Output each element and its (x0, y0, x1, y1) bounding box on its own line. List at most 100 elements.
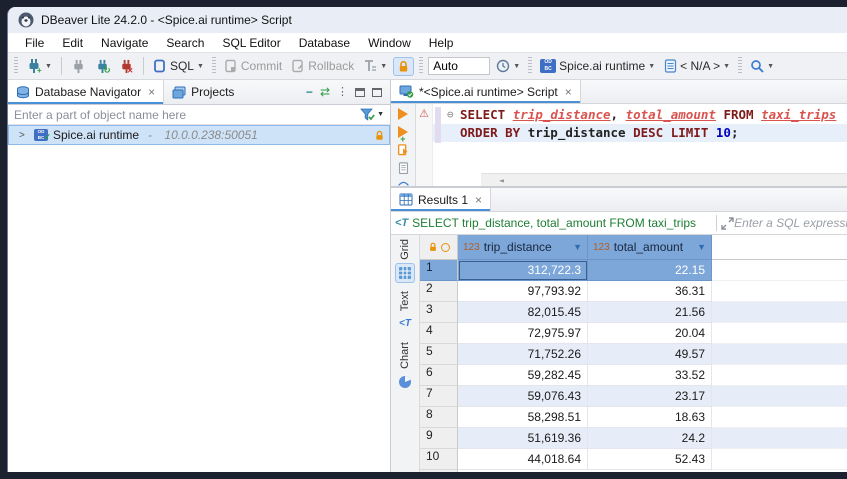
connection-lock-toggle[interactable] (393, 57, 414, 76)
reconnect-button[interactable]: ↻ (92, 57, 113, 76)
row-number-cell[interactable]: 6 (420, 365, 458, 386)
chevron-down-icon[interactable]: ▼ (197, 63, 204, 70)
collapse-all-icon[interactable]: − (306, 86, 313, 98)
row-number-cell[interactable]: 10 (420, 449, 458, 470)
trip-distance-cell[interactable]: 312,722.3 (458, 260, 588, 281)
table-row[interactable]: 1044,018.6452.43 (420, 449, 847, 470)
trip-distance-cell[interactable]: 51,619.36 (458, 428, 588, 449)
row-number-cell[interactable]: 8 (420, 407, 458, 428)
transaction-history-button[interactable]: ▼ (493, 57, 523, 75)
chevron-down-icon[interactable]: ▼ (377, 111, 384, 118)
tab-text-view[interactable]: Text <T (395, 291, 415, 334)
search-button[interactable]: ▼ (747, 57, 777, 75)
sql-line-2[interactable]: ORDER BY trip_distance DESC LIMIT 10; (433, 124, 847, 142)
tab-chart-view[interactable]: Chart (395, 342, 415, 392)
table-row[interactable]: 759,076.4323.17 (420, 386, 847, 407)
total-amount-cell[interactable]: 20.04 (588, 323, 712, 344)
total-amount-cell[interactable]: 18.63 (588, 407, 712, 428)
trip-distance-cell[interactable]: 58,298.51 (458, 407, 588, 428)
commit-mode-combo[interactable] (428, 57, 490, 75)
sql-editor-button[interactable]: SQL ▼ (150, 57, 207, 75)
editor-horizontal-scrollbar[interactable]: ◄ (481, 173, 847, 186)
new-connection-button[interactable]: + ▼ (23, 56, 55, 76)
trip-distance-cell[interactable]: 97,793.92 (458, 281, 588, 302)
active-connection-selector[interactable]: ODBC Spice.ai runtime ▼ (537, 57, 658, 75)
menu-item[interactable]: File (16, 36, 53, 50)
chevron-down-icon[interactable]: ▼ (648, 63, 655, 70)
table-row[interactable]: 659,282.4533.52 (420, 365, 847, 386)
execute-statement-icon[interactable] (398, 108, 408, 120)
title-bar[interactable]: DBeaver Lite 24.2.0 - <Spice.ai runtime>… (8, 7, 847, 33)
transaction-log-button[interactable]: ▼ (360, 57, 390, 75)
table-row[interactable]: 571,752.2649.57 (420, 344, 847, 365)
column-header-trip-distance[interactable]: 123 trip_distance ▼ (458, 235, 588, 260)
sql-code-area[interactable]: ⊖ SELECT trip_distance, total_amount FRO… (433, 104, 847, 186)
table-row[interactable]: 858,298.5118.63 (420, 407, 847, 428)
table-row[interactable]: 297,793.9236.31 (420, 281, 847, 302)
commit-button[interactable]: Commit (221, 57, 285, 75)
total-amount-cell[interactable]: 36.31 (588, 281, 712, 302)
connection-tree-item[interactable]: > ODBC ✓ Spice.ai runtime - 10.0.0.238:5… (8, 125, 390, 145)
filter-funnel-icon[interactable] (360, 108, 375, 121)
trip-distance-cell[interactable]: 82,015.45 (458, 302, 588, 323)
row-number-cell[interactable]: 2 (420, 281, 458, 302)
trip-distance-cell[interactable]: 71,752.26 (458, 344, 588, 365)
object-filter-input[interactable] (8, 108, 360, 122)
total-amount-cell[interactable]: 52.43 (588, 449, 712, 470)
table-row[interactable]: 472,975.9720.04 (420, 323, 847, 344)
trip-distance-cell[interactable]: 59,282.45 (458, 365, 588, 386)
table-row[interactable]: 1312,722.322.15 (420, 260, 847, 281)
chevron-down-icon[interactable]: ▼ (767, 63, 774, 70)
active-database-selector[interactable]: < N/A > ▼ (661, 57, 733, 75)
table-row[interactable]: 382,015.4521.56 (420, 302, 847, 323)
link-with-editor-icon[interactable]: ⇄ (320, 86, 330, 98)
trip-distance-cell[interactable]: 44,018.64 (458, 449, 588, 470)
total-amount-cell[interactable]: 49.57 (588, 344, 712, 365)
fold-collapse-icon[interactable]: ⊖ (447, 106, 460, 124)
view-menu-icon[interactable]: ⋮ (337, 87, 348, 98)
tab-sql-script[interactable]: *<Spice.ai runtime> Script × (391, 80, 581, 103)
menu-item[interactable]: Search (157, 36, 213, 50)
close-icon[interactable]: × (475, 193, 482, 207)
scroll-left-icon[interactable]: ◄ (499, 176, 504, 185)
row-number-cell[interactable]: 1 (420, 260, 458, 281)
row-number-cell[interactable]: 4 (420, 323, 458, 344)
trip-distance-cell[interactable]: 59,076.43 (458, 386, 588, 407)
close-icon[interactable]: × (148, 85, 155, 99)
chevron-down-icon[interactable]: ▼ (723, 63, 730, 70)
row-number-cell[interactable]: 5 (420, 344, 458, 365)
total-amount-cell[interactable]: 23.17 (588, 386, 712, 407)
tab-database-navigator[interactable]: Database Navigator × (8, 80, 164, 104)
tab-results-1[interactable]: Results 1 × (391, 188, 491, 211)
total-amount-cell[interactable]: 33.52 (588, 365, 712, 386)
grid-corner-cell[interactable] (420, 235, 458, 260)
total-amount-cell[interactable]: 22.15 (588, 260, 712, 281)
row-number-cell[interactable]: 7 (420, 386, 458, 407)
menu-item[interactable]: Help (420, 36, 463, 50)
total-amount-cell[interactable]: 21.56 (588, 302, 712, 323)
expand-filter-icon[interactable] (721, 217, 734, 230)
more-tools-icon[interactable] (397, 181, 410, 186)
menu-item[interactable]: Edit (53, 36, 92, 50)
minimize-view-icon[interactable] (355, 88, 365, 97)
close-icon[interactable]: × (565, 85, 572, 99)
tab-grid-view[interactable]: Grid (395, 239, 415, 283)
disconnect-button[interactable]: ✕ (116, 57, 137, 76)
trip-distance-cell[interactable]: 72,975.97 (458, 323, 588, 344)
rollback-button[interactable]: Rollback (288, 57, 357, 75)
menu-item[interactable]: SQL Editor (213, 36, 289, 50)
menu-item[interactable]: Navigate (92, 36, 157, 50)
tree-expander-icon[interactable]: > (19, 130, 29, 141)
chevron-down-icon[interactable]: ▼ (380, 63, 387, 70)
results-filter-input[interactable] (734, 216, 847, 230)
row-number-cell[interactable]: 3 (420, 302, 458, 323)
sort-desc-icon[interactable]: ▼ (573, 242, 582, 252)
column-header-total-amount[interactable]: 123 total_amount ▼ (588, 235, 712, 260)
sql-line-1[interactable]: ⊖ SELECT trip_distance, total_amount FRO… (433, 106, 847, 124)
connect-button[interactable] (68, 57, 89, 76)
menu-item[interactable]: Window (359, 36, 420, 50)
script-manager-icon[interactable] (397, 162, 410, 174)
row-number-cell[interactable]: 9 (420, 428, 458, 449)
maximize-view-icon[interactable] (372, 88, 382, 97)
table-row[interactable]: 951,619.3624.2 (420, 428, 847, 449)
